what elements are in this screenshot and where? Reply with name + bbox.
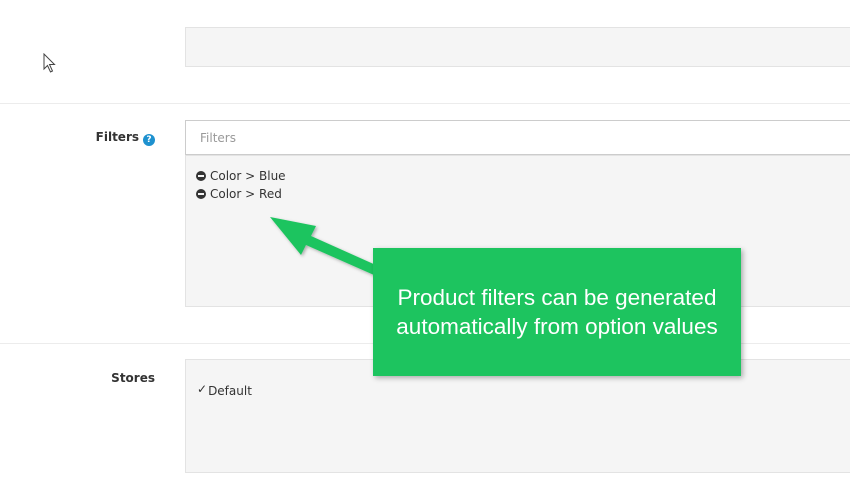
callout-box: Product filters can be generated automat… bbox=[373, 248, 741, 376]
callout-text: Product filters can be generated automat… bbox=[396, 285, 718, 339]
